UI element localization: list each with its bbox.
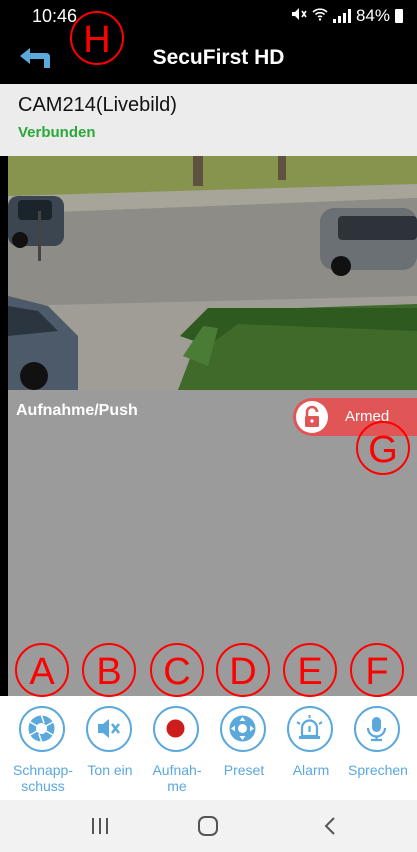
system-nav-bar [0,800,417,852]
alarm-siren-icon [287,706,333,752]
camera-name: CAM214(Livebild) [18,94,177,116]
armed-toggle[interactable]: Armed [293,398,417,436]
microphone-icon [354,706,400,752]
camera-header: CAM214(Livebild) Verbunden [0,84,417,156]
status-bar: 10:46 84% [0,0,417,32]
armed-label: Armed [345,408,390,425]
speaker-mute-icon [86,706,132,752]
wifi-icon [312,6,328,26]
lock-icon [296,401,328,433]
talk-button[interactable]: Sprechen [345,696,411,800]
connection-status: Verbunden [18,124,96,141]
live-video-frame [8,156,417,390]
live-video[interactable] [8,156,417,390]
recording-label: Aufnahme/Push [16,402,138,419]
snapshot-button[interactable]: Schnapp- schuss [10,696,76,800]
signal-icon [332,9,351,23]
status-time: 10:46 [32,6,78,26]
direction-pad-icon [220,706,266,752]
battery-level: 84% [355,6,390,25]
status-icons: 84% [291,6,403,26]
mute-status-icon [291,6,307,26]
battery-icon [395,9,403,23]
sound-button[interactable]: Ton ein [77,696,143,800]
record-button[interactable]: Aufnah- me [144,696,210,800]
preset-button[interactable]: Preset [211,696,277,800]
recent-apps-icon[interactable] [80,814,120,838]
alarm-button[interactable]: Alarm [278,696,344,800]
home-icon[interactable] [188,814,228,838]
camera-aperture-icon [19,706,65,752]
app-bar: SecuFirst HD [0,32,417,84]
talk-label: Sprechen [348,762,408,778]
back-nav-icon[interactable] [310,814,350,838]
control-area: Aufnahme/Push Armed [8,390,417,696]
app-title: SecuFirst HD [152,46,285,69]
bottom-toolbar: Schnapp- schuss Ton ein Aufnah- me Prese… [0,696,417,800]
record-icon [153,706,199,752]
